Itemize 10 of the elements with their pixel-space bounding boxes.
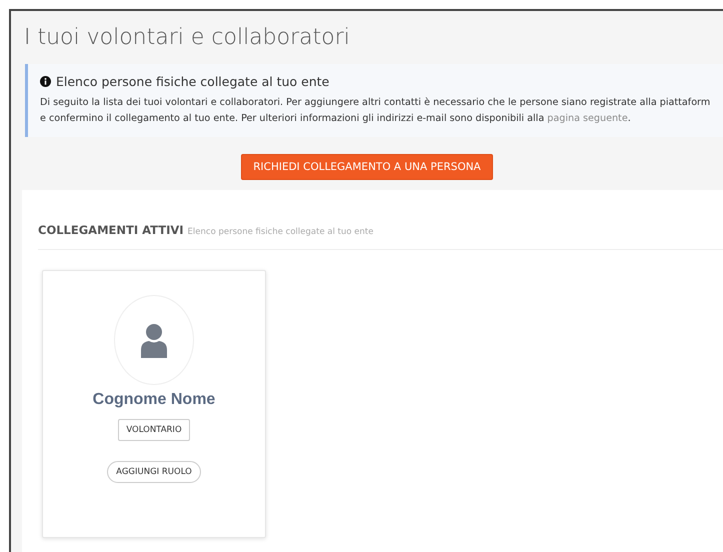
section-title: COLLEGAMENTI ATTIVI: [38, 223, 184, 237]
role-tag[interactable]: VOLONTARIO: [118, 419, 190, 441]
info-heading: Elenco persone fisiche collegate al tuo ente: [56, 74, 330, 89]
user-icon: [139, 322, 169, 358]
page-title: I tuoi volontari e collaboratori: [24, 25, 350, 50]
person-name: Cognome Nome: [92, 391, 216, 409]
add-role-button[interactable]: AGGIUNGI RUOLO: [107, 461, 201, 483]
info-text: Di seguito la lista dei tuoi volontari e collaboratori. Per aggiungere altri contatti è necessario che le persone siano registrate alla piattaform e confermino il collegamento al tuo ente. Per ulteriori informazioni gli indirizzi e-mail sono disponibili alla pagina seguente.: [40, 96, 710, 126]
info-icon: [40, 76, 51, 87]
section-subtitle: Elenco persone fisiche collegate al tuo ente: [188, 227, 374, 237]
